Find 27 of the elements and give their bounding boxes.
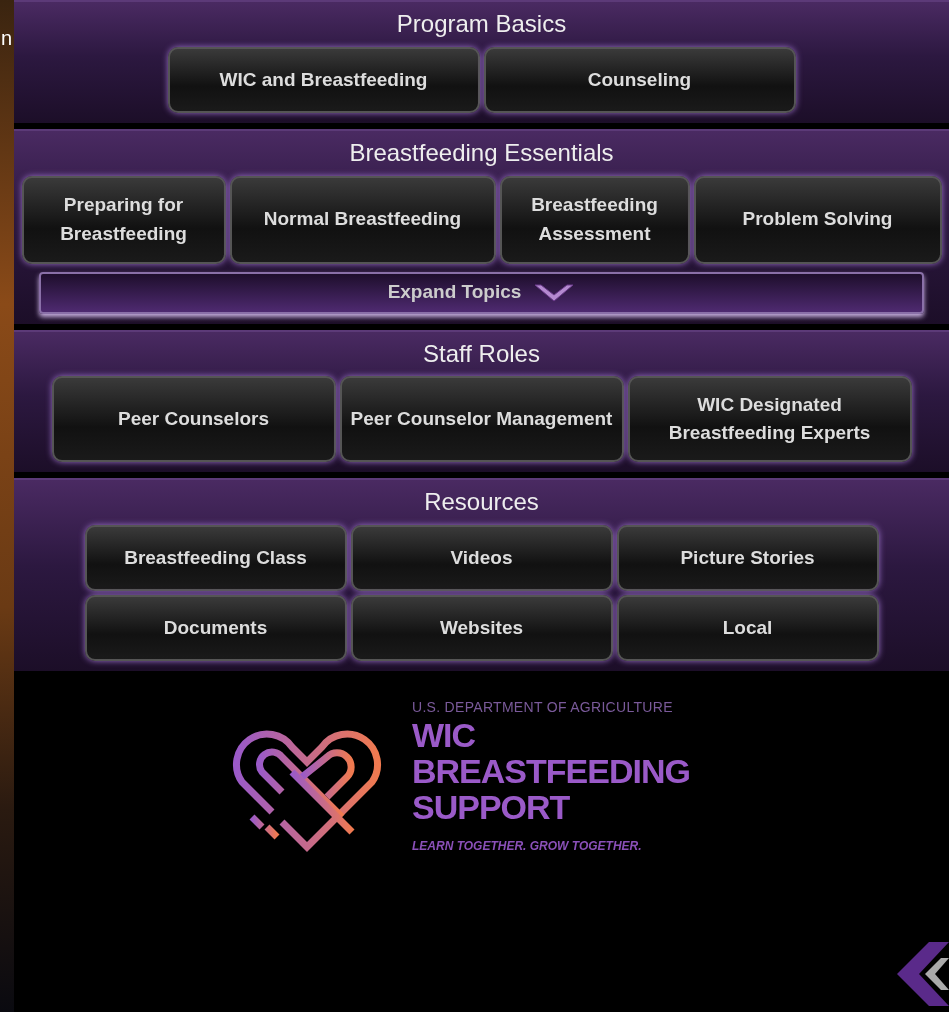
department-label: U.S. DEPARTMENT OF AGRICULTURE xyxy=(412,698,674,718)
heart-logo-icon xyxy=(232,727,382,853)
section-title: Resources xyxy=(424,488,539,518)
topic-button[interactable]: Preparing for Breastfeeding xyxy=(21,175,226,264)
topic-button[interactable]: Local xyxy=(616,595,879,662)
brand-title: BREASTFEEDING xyxy=(412,753,690,790)
topic-button[interactable]: Problem Solving xyxy=(693,175,942,264)
topic-button[interactable]: Breastfeeding Assessment xyxy=(499,175,690,264)
expand-topics-button[interactable]: Expand Topics xyxy=(39,271,924,314)
heading-fragment: n xyxy=(1,28,13,48)
section-title: Breastfeeding Essentials xyxy=(349,138,614,168)
topic-button[interactable]: Peer Counselor Management xyxy=(339,376,624,463)
section-title: Program Basics xyxy=(396,10,567,39)
section-title: Staff Roles xyxy=(423,339,540,369)
topic-button[interactable]: Documents xyxy=(84,595,347,662)
topic-button[interactable]: WIC Designated Breastfeeding Experts xyxy=(627,376,912,463)
topic-button[interactable]: Videos xyxy=(350,525,613,592)
topic-button[interactable]: Counseling xyxy=(483,46,796,113)
topic-button[interactable]: Normal Breastfeeding xyxy=(229,175,496,264)
topic-button[interactable]: WIC and Breastfeeding xyxy=(167,46,480,113)
topic-button[interactable]: Picture Stories xyxy=(616,525,879,592)
brand-title: WIC xyxy=(412,718,477,754)
topic-button[interactable]: Peer Counselors xyxy=(51,376,336,463)
brand-title: SUPPORT xyxy=(412,789,571,826)
topic-button[interactable]: Breastfeeding Class xyxy=(84,525,347,592)
topic-button[interactable]: Websites xyxy=(350,595,613,662)
tagline: LEARN TOGETHER. GROW TOGETHER. xyxy=(412,838,643,856)
